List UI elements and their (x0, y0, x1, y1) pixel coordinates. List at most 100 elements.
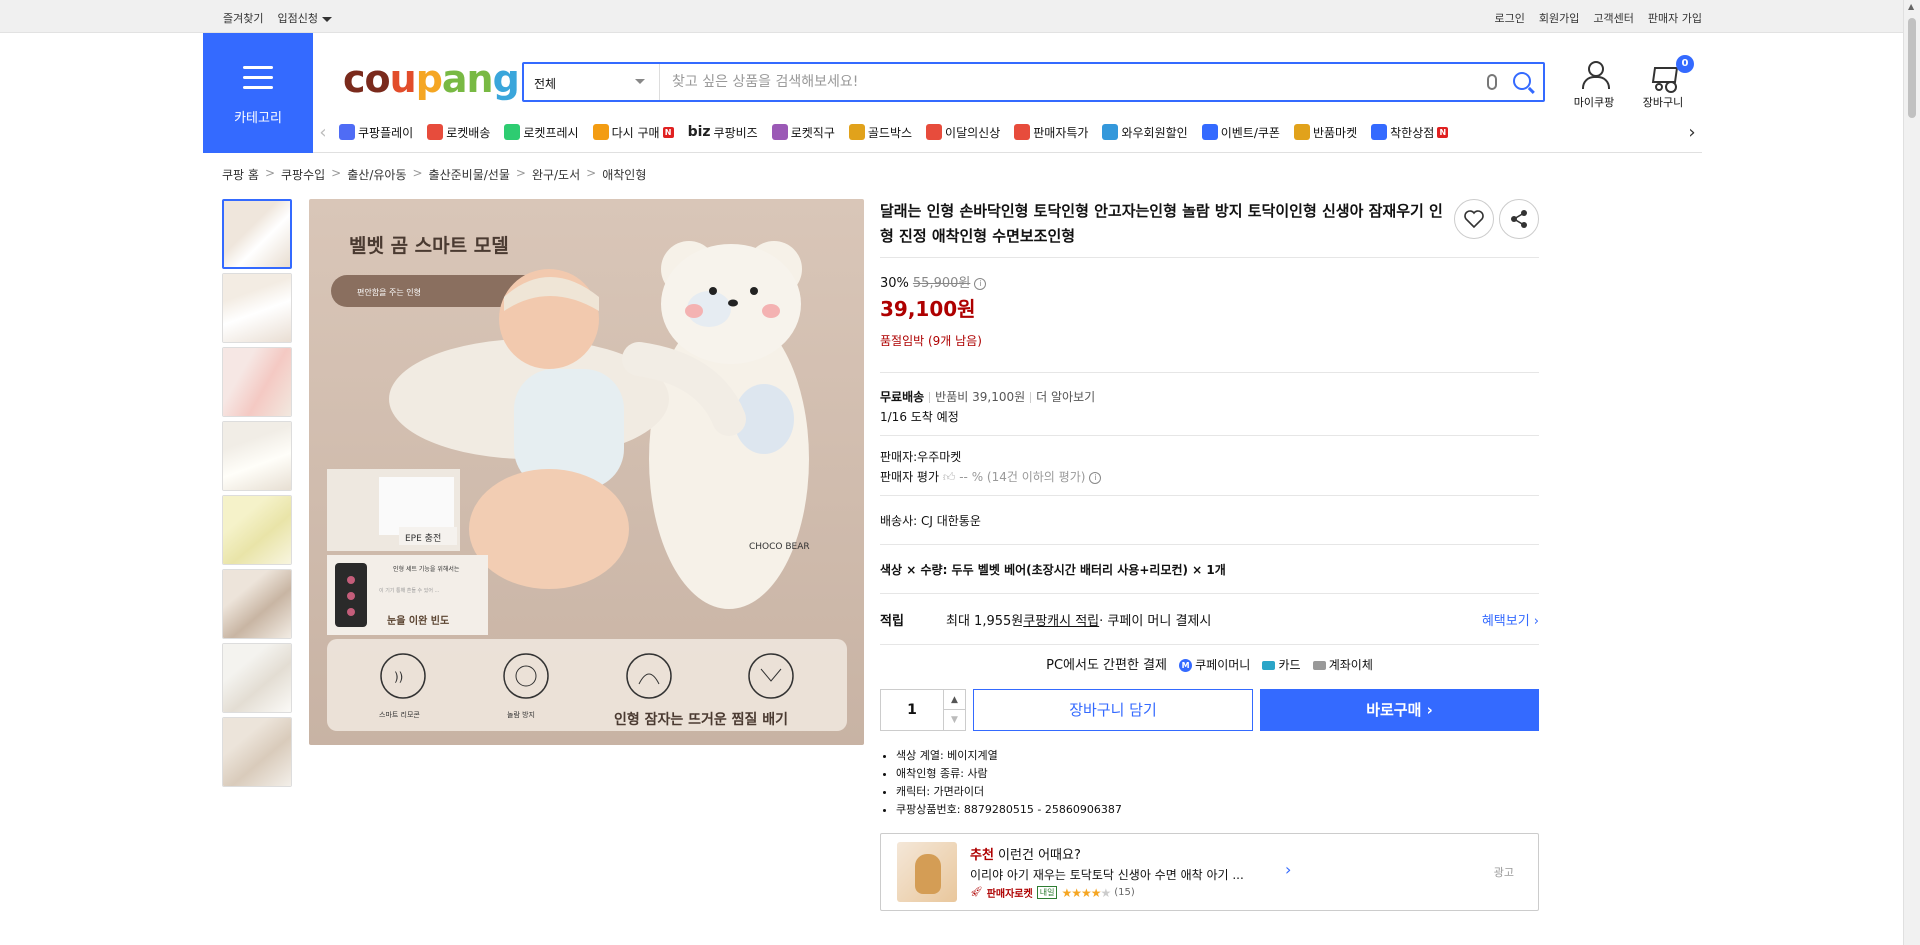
coupang-cash-link[interactable]: 쿠팡캐시 적립 (1023, 610, 1099, 629)
nav-label: 로켓배송 (446, 125, 491, 140)
nav-item-1[interactable]: 쿠팡플레이 (339, 124, 413, 141)
ad-label: 광고 (1493, 866, 1514, 879)
nav-label: 이달의신상 (945, 125, 1001, 140)
heart-icon[interactable] (1454, 199, 1494, 239)
increase-quantity-icon[interactable]: ▲ (943, 690, 965, 710)
shipping-more-link[interactable]: 더 알아보기 (1036, 390, 1095, 404)
nav-item-13[interactable]: 착한상점 N (1371, 124, 1449, 141)
discount-row: 30% 55,900원 i (880, 272, 1539, 291)
favorites-link[interactable]: 즐겨찾기 (223, 10, 263, 26)
selected-option: 색상 × 수량: 두두 벨벳 베어(초장시간 배터리 사용+리모컨) × 1개 (880, 563, 1226, 577)
breadcrumb-item[interactable]: 쿠팡수입 (281, 166, 325, 183)
card-icon (1262, 661, 1276, 670)
main-product-image[interactable]: 벨벳 곰 스마트 모델 편안함을 주는 인형 CHOCO BEAR EPE 충전 (309, 199, 864, 745)
rocket-icon: 🚀︎ (970, 887, 983, 898)
quantity-stepper[interactable]: 1 ▲ ▼ (880, 689, 966, 731)
breadcrumb-item[interactable]: 쿠팡 홈 (222, 166, 259, 183)
thumbnail-1[interactable] (222, 199, 292, 269)
nav-item-7[interactable]: 골드박스 (848, 124, 912, 141)
page-scrollbar[interactable]: ▲ (1903, 0, 1920, 945)
microphone-icon[interactable] (1487, 74, 1497, 90)
free-shipping-label: 무료배송 (880, 390, 925, 404)
nav-item-8[interactable]: 이달의신상 (926, 124, 1000, 141)
breadcrumb-item[interactable]: 완구/도서 (532, 166, 580, 183)
pay-card: 카드 (1278, 658, 1301, 672)
search-icon[interactable] (1513, 72, 1531, 90)
nav-item-6[interactable]: 로켓직구 (771, 124, 835, 141)
nav-icon (427, 124, 444, 140)
star-icon: ★ (1071, 885, 1082, 900)
nav-label: 와우회원할인 (1121, 125, 1188, 140)
login-link[interactable]: 로그인 (1495, 10, 1525, 26)
decrease-quantity-icon[interactable]: ▼ (943, 710, 965, 730)
svg-text:)): )) (394, 670, 403, 684)
breadcrumb: 쿠팡 홈 > 쿠팡수입 > 출산/유아동 > 출산준비물/선물 > 완구/도서 > 애착인형 (222, 166, 646, 183)
nav-label: 착한상점 (1390, 125, 1435, 140)
customer-center-link[interactable]: 고객센터 (1593, 10, 1633, 26)
chevron-right-icon[interactable]: › (1682, 122, 1702, 143)
scroll-thumb[interactable] (1908, 18, 1916, 118)
thumbnail-3[interactable] (222, 347, 292, 417)
nav-label: 로켓직구 (790, 125, 835, 140)
thumbnail-7[interactable] (222, 643, 292, 713)
add-to-cart-button[interactable]: 장바구니 담기 (973, 689, 1253, 731)
chevron-right-icon[interactable]: › (1285, 860, 1291, 879)
benefit-link[interactable]: 혜택보기 › (1482, 610, 1539, 629)
info-icon[interactable]: i (1089, 471, 1102, 484)
nav-item-12[interactable]: 반품마켓 (1293, 124, 1357, 141)
nav-item-4[interactable]: 다시 구매 N (592, 124, 674, 141)
category-nav: ‹ 쿠팡플레이 로켓배송 로켓프레시 다시 구매 N biz 쿠팡비즈 로켓직구 골드박스 이달의… (313, 111, 1702, 153)
person-icon (1580, 61, 1610, 89)
nav-icon (1102, 124, 1119, 140)
scroll-up-icon[interactable]: ▲ (1908, 2, 1914, 11)
quantity-value[interactable]: 1 (881, 702, 943, 718)
star-icon: ★ (1061, 885, 1072, 900)
recommendation-meta: 🚀︎ 판매자로켓 내일 ★★★★★ (15) (970, 885, 1135, 901)
nav-item-5[interactable]: biz 쿠팡비즈 (688, 124, 758, 141)
share-icon[interactable] (1499, 199, 1539, 239)
breadcrumb-separator: > (412, 166, 423, 180)
seller-link[interactable]: 판매자:우주마켓 (880, 450, 961, 464)
thumbnail-2[interactable] (222, 273, 292, 343)
nav-icon (1371, 124, 1388, 140)
coupang-logo[interactable]: coupang (343, 57, 520, 101)
vendor-apply-menu[interactable]: 입점신청 (277, 10, 332, 26)
thumbnail-5[interactable] (222, 495, 292, 565)
seller-rocket-badge: 판매자로켓 (986, 889, 1033, 900)
nav-item-11[interactable]: 이벤트/쿠폰 (1201, 124, 1280, 141)
breadcrumb-separator: > (331, 166, 342, 180)
nav-item-2[interactable]: 로켓배송 (427, 124, 490, 141)
courier-info: 배송사: CJ 대한통운 (880, 514, 981, 528)
thumbnail-8[interactable] (222, 717, 292, 787)
seller-rating-value: -- % (14건 이하의 평가) (959, 470, 1086, 484)
thumbnail-4[interactable] (222, 421, 292, 491)
info-icon[interactable]: i (974, 277, 987, 290)
buy-now-button[interactable]: 바로구매 › (1260, 689, 1539, 731)
nav-item-3[interactable]: 로켓프레시 (504, 124, 579, 141)
nav-item-10[interactable]: 와우회원할인 (1102, 124, 1188, 141)
recommendation-image[interactable] (897, 842, 957, 902)
signup-link[interactable]: 회원가입 (1539, 10, 1579, 26)
discount-rate: 30% (880, 276, 909, 291)
pc-pay-label: PC에서도 간편한 결제 (1046, 658, 1167, 673)
site-header: 카테고리 coupang 전체 마이쿠팡 장바구니 0 ‹ 쿠팡플레이 로켓배송 로… (203, 33, 1702, 154)
chevron-left-icon[interactable]: ‹ (313, 122, 333, 143)
category-menu-button[interactable]: 카테고리 (203, 33, 313, 153)
mypage-button[interactable]: 마이쿠팡 (1566, 61, 1622, 110)
breadcrumb-item[interactable]: 애착인형 (602, 166, 646, 183)
breadcrumb-item[interactable]: 출산/유아동 (347, 166, 406, 183)
recommendation-card[interactable]: 추천 이런건 어때요? 이리야 아기 재우는 토닥토닥 신생아 수면 애착 아기… (880, 833, 1539, 911)
reward-label: 적립 (880, 613, 904, 629)
seller-signup-link[interactable]: 판매자 가입 (1648, 10, 1702, 26)
search-input[interactable] (662, 64, 1462, 100)
thumbnail-list (222, 199, 294, 791)
nav-item-9[interactable]: 판매자특가 (1014, 124, 1088, 141)
epe-label: EPE 충전 (405, 533, 441, 544)
thumbnail-6[interactable] (222, 569, 292, 639)
breadcrumb-item[interactable]: 출산준비물/선물 (429, 166, 510, 183)
recommendation-name[interactable]: 이리야 아기 재우는 토닥토닥 신생아 수면 애착 아기 ... (970, 866, 1270, 883)
search-category-select[interactable]: 전체 (524, 64, 660, 100)
cart-count-badge: 0 (1676, 55, 1694, 73)
nav-icon (1201, 124, 1218, 140)
original-price: 55,900원 (912, 276, 971, 291)
